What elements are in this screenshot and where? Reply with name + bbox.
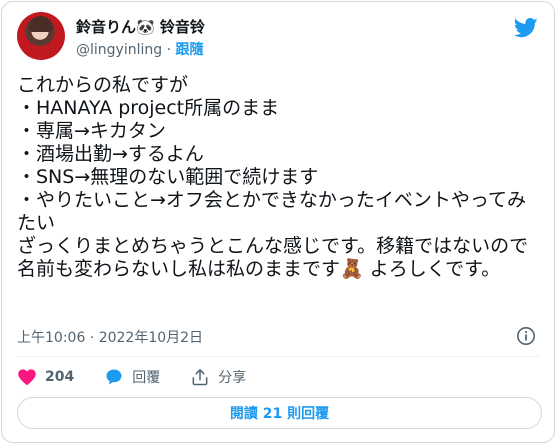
share-button[interactable]: 分享 bbox=[190, 367, 246, 387]
tweet-text: これからの私ですが ・HANAYA project所属のまま ・専属→キカタン … bbox=[17, 74, 529, 280]
tweet-card: 鈴音りん🐼 铃音铃 @lingyinling · 跟隨 これからの私ですが ・H… bbox=[1, 1, 555, 443]
handle-separator: · bbox=[162, 42, 176, 58]
share-icon bbox=[192, 369, 208, 386]
handle-row: @lingyinling · 跟隨 bbox=[76, 39, 204, 59]
divider bbox=[17, 356, 540, 357]
action-bar: 204 回覆 分享 bbox=[17, 366, 276, 388]
heart-icon bbox=[18, 369, 36, 385]
like-count: 204 bbox=[45, 369, 75, 385]
twitter-bird-icon[interactable] bbox=[514, 18, 538, 38]
display-name[interactable]: 鈴音りん🐼 铃音铃 bbox=[76, 16, 205, 37]
user-handle[interactable]: @lingyinling bbox=[76, 42, 162, 58]
reply-label: 回覆 bbox=[132, 370, 161, 386]
read-replies-button[interactable]: 閱讀 21 則回覆 bbox=[17, 397, 542, 429]
follow-link[interactable]: 跟隨 bbox=[176, 42, 204, 58]
reply-button[interactable]: 回覆 bbox=[104, 367, 160, 387]
info-icon[interactable] bbox=[516, 326, 536, 346]
reply-bubble-icon bbox=[106, 369, 122, 385]
tweet-timestamp[interactable]: 上午10:06 · 2022年10月2日 bbox=[17, 327, 203, 347]
avatar[interactable] bbox=[17, 12, 65, 60]
share-label: 分享 bbox=[218, 370, 247, 386]
avatar-hair bbox=[29, 16, 53, 32]
like-button[interactable]: 204 bbox=[17, 367, 74, 387]
